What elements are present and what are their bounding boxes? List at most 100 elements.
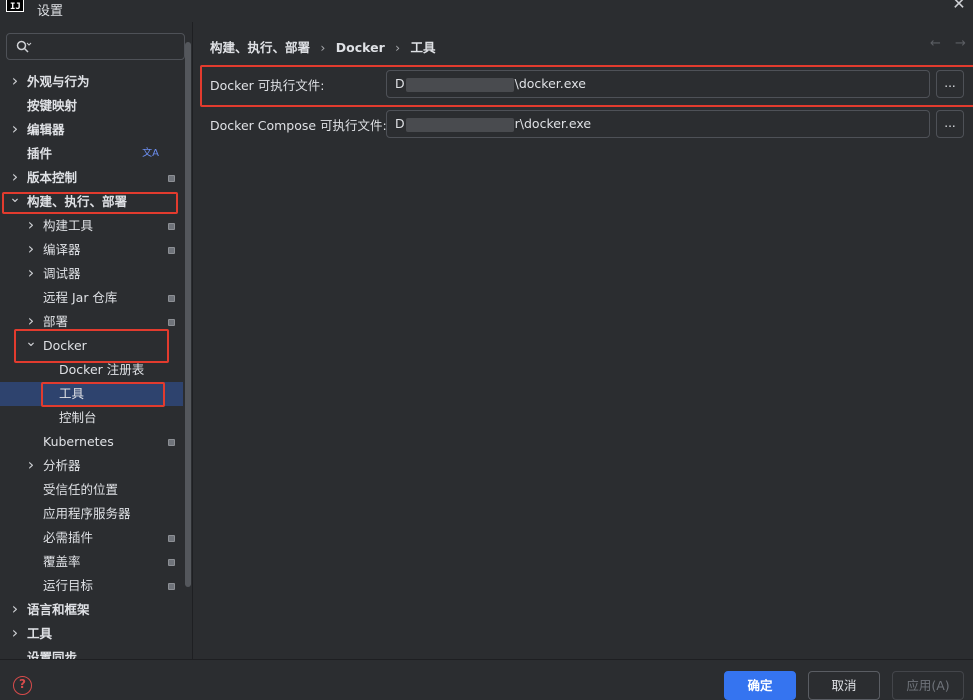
breadcrumb-item[interactable]: 构建、执行、部署	[210, 40, 310, 55]
tree-item[interactable]: 控制台	[0, 406, 183, 430]
search-input[interactable]	[37, 38, 177, 56]
settings-sidebar: › 外观与行为 按键映射 › 编辑器 插件 文A › 版本控制 ⌄ 构建、执行、部署 › 构建工具 › 编译…	[0, 22, 193, 659]
tree-item[interactable]: Kubernetes	[0, 430, 183, 454]
translate-icon: 文A	[142, 148, 159, 159]
docker-compose-field[interactable]: Dr\docker.exe	[386, 110, 930, 138]
tree-item[interactable]: ⌄ Docker	[0, 334, 183, 358]
tree-item[interactable]: 设置同步	[0, 646, 183, 659]
project-level-icon	[168, 559, 175, 566]
tree-item[interactable]: 应用程序服务器	[0, 502, 183, 526]
project-level-icon	[168, 583, 175, 590]
arrow-right-icon[interactable]: →	[955, 36, 966, 51]
docker-compose-row: Docker Compose 可执行文件: Dr\docker.exe ...	[210, 110, 970, 138]
project-level-icon	[168, 247, 175, 254]
tree-item-label: 应用程序服务器	[43, 506, 131, 521]
docker-executable-label: Docker 可执行文件:	[210, 78, 325, 93]
project-level-icon	[168, 535, 175, 542]
tree-item-label: 插件	[27, 146, 53, 161]
dialog-footer: ? 确定 取消 应用(A)	[0, 659, 973, 700]
tree-item[interactable]: 覆盖率	[0, 550, 183, 574]
tree-item[interactable]: › 工具	[0, 622, 183, 646]
tree-item-label: 设置同步	[27, 650, 78, 659]
arrow-left-icon[interactable]: ←	[930, 36, 941, 51]
tree-item-label: 语言和框架	[27, 602, 90, 617]
ok-button[interactable]: 确定	[724, 671, 796, 700]
tree-item-label: 必需插件	[43, 530, 94, 545]
breadcrumb-item[interactable]: Docker	[336, 40, 385, 55]
compose-path-end: r\docker.exe	[514, 116, 592, 131]
tree-item-label: Kubernetes	[43, 434, 114, 449]
breadcrumb-separator: ›	[320, 40, 326, 55]
docker-compose-label: Docker Compose 可执行文件:	[210, 118, 387, 133]
project-level-icon	[168, 223, 175, 230]
project-level-icon	[168, 175, 175, 182]
docker-executable-field[interactable]: D \docker.exe	[386, 70, 930, 98]
sidebar-scrollbar[interactable]	[185, 42, 191, 587]
tree-item-label: Docker	[43, 338, 87, 353]
chevron-right-icon[interactable]: ›	[8, 117, 22, 141]
tree-item-label: 分析器	[43, 458, 81, 473]
chevron-right-icon[interactable]: ›	[8, 69, 22, 93]
breadcrumb-item: 工具	[410, 40, 436, 55]
tree-item[interactable]: › 版本控制	[0, 166, 183, 190]
chevron-right-icon[interactable]: ›	[8, 621, 22, 645]
tree-item[interactable]: 受信任的位置	[0, 478, 183, 502]
chevron-right-icon[interactable]: ›	[24, 261, 38, 285]
chevron-right-icon[interactable]: ›	[8, 597, 22, 621]
tree-item-label: 工具	[59, 386, 85, 401]
tree-item-label: 工具	[27, 626, 53, 641]
close-icon[interactable]: ✕	[951, 0, 967, 12]
tree-item[interactable]: 运行目标	[0, 574, 183, 598]
window-title: 设置	[37, 4, 64, 19]
tree-item[interactable]: › 语言和框架	[0, 598, 183, 622]
tree-item[interactable]: 按键映射	[0, 94, 183, 118]
compose-path-start: D	[395, 116, 405, 131]
tree-item-label: 远程 Jar 仓库	[43, 290, 118, 305]
chevron-right-icon[interactable]: ›	[24, 453, 38, 477]
tree-item[interactable]: › 编译器	[0, 238, 183, 262]
tree-item-label: 编辑器	[27, 122, 65, 137]
project-level-icon	[168, 295, 175, 302]
tree-item[interactable]: Docker 注册表	[0, 358, 183, 382]
docker-browse-button[interactable]: ...	[936, 70, 964, 98]
tree-item-label: 调试器	[43, 266, 81, 281]
app-logo-icon: IJ	[6, 0, 24, 12]
chevron-down-icon[interactable]: ⌄	[24, 330, 38, 354]
chevron-down-icon[interactable]: ⌄	[8, 186, 22, 210]
tree-item-label: 版本控制	[27, 170, 78, 185]
settings-tree: › 外观与行为 按键映射 › 编辑器 插件 文A › 版本控制 ⌄ 构建、执行、部署 › 构建工具 › 编译…	[0, 70, 183, 659]
cancel-button[interactable]: 取消	[808, 671, 880, 700]
title-bar: IJ 设置 ✕	[0, 0, 973, 22]
docker-path-end: \docker.exe	[514, 76, 586, 91]
tree-item[interactable]: 插件 文A	[0, 142, 183, 166]
tree-item-label: 运行目标	[43, 578, 94, 593]
project-level-icon	[168, 439, 175, 446]
search-box[interactable]	[6, 33, 185, 60]
chevron-right-icon[interactable]: ›	[24, 213, 38, 237]
tree-item-label: 构建、执行、部署	[27, 194, 128, 209]
tree-item[interactable]: › 分析器	[0, 454, 183, 478]
tree-item[interactable]: › 外观与行为	[0, 70, 183, 94]
tree-item-label: 按键映射	[27, 98, 78, 113]
tree-item-label: 外观与行为	[27, 74, 90, 89]
tree-item[interactable]: › 调试器	[0, 262, 183, 286]
docker-path-start: D	[395, 76, 405, 91]
tree-item[interactable]: 必需插件	[0, 526, 183, 550]
project-level-icon	[168, 319, 175, 326]
help-icon[interactable]: ?	[13, 676, 32, 695]
chevron-right-icon[interactable]: ›	[24, 237, 38, 261]
tree-item-label: 覆盖率	[43, 554, 81, 569]
apply-button[interactable]: 应用(A)	[892, 671, 964, 700]
tree-item[interactable]: ⌄ 构建、执行、部署	[0, 190, 183, 214]
tree-item[interactable]: 工具	[0, 382, 183, 406]
docker-executable-row: Docker 可执行文件: D \docker.exe ...	[210, 70, 970, 98]
tree-item[interactable]: › 编辑器	[0, 118, 183, 142]
docker-compose-browse-button[interactable]: ...	[936, 110, 964, 138]
tree-item-label: 部署	[43, 314, 69, 329]
redacted-path	[405, 117, 514, 132]
tree-item[interactable]: 远程 Jar 仓库	[0, 286, 183, 310]
tree-item[interactable]: › 构建工具	[0, 214, 183, 238]
breadcrumb: 构建、执行、部署 › Docker › 工具	[210, 37, 441, 56]
main-panel: 构建、执行、部署 › Docker › 工具 ← → Docker 可执行文件:…	[194, 22, 973, 659]
tree-item-label: 编译器	[43, 242, 81, 257]
